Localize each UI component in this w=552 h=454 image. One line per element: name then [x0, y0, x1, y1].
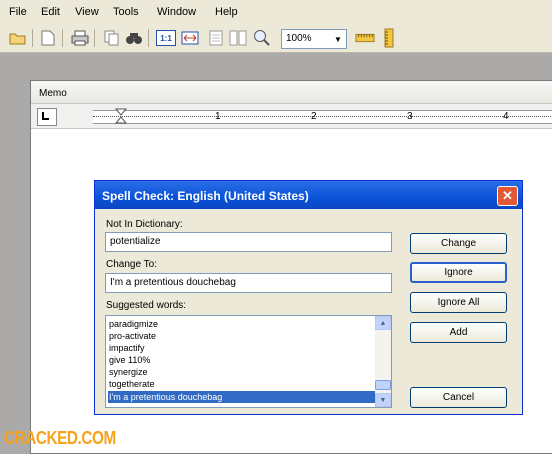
close-icon[interactable]: ✕: [497, 186, 518, 206]
menu-window[interactable]: Window: [157, 6, 196, 18]
scrollbar-thumb[interactable]: [375, 380, 391, 390]
ruler: 1 2 3 4: [31, 104, 552, 129]
zoom-combobox[interactable]: 100% ▼: [281, 29, 347, 49]
ruler-icon[interactable]: [355, 28, 375, 48]
chevron-down-icon[interactable]: ▼: [375, 393, 391, 407]
fit-width-icon[interactable]: [180, 28, 200, 48]
list-item[interactable]: pro-activate: [108, 330, 377, 342]
menu-file[interactable]: File: [9, 6, 27, 18]
menu-tools[interactable]: Tools: [113, 6, 139, 18]
copy-icon[interactable]: [102, 28, 122, 48]
actual-size-label: 1:1: [156, 30, 176, 46]
change-to-label: Change To:: [106, 259, 157, 270]
tab-stop-selector[interactable]: [37, 108, 57, 126]
ruler-number: 2: [311, 111, 317, 122]
list-item[interactable]: give 110%: [108, 354, 377, 366]
dialog-title: Spell Check: English (United States): [102, 189, 309, 203]
change-button[interactable]: Change: [410, 233, 507, 254]
add-button[interactable]: Add: [410, 322, 507, 343]
suggestions-list[interactable]: paradigmize pro-activate impactify give …: [105, 315, 392, 408]
open-folder-icon[interactable]: [8, 28, 28, 48]
not-in-dictionary-label: Not In Dictionary:: [106, 219, 183, 230]
menu-help[interactable]: Help: [215, 6, 238, 18]
toolbar-separator: [62, 29, 63, 47]
memo-title: Memo: [39, 88, 67, 99]
ruler-number: 4: [503, 111, 509, 122]
toolbar: 1:1 100% ▼: [0, 24, 552, 53]
toolbar-separator: [32, 29, 33, 47]
list-item[interactable]: paradigmize: [108, 318, 377, 330]
list-scrollbar[interactable]: ▲ ▼: [375, 316, 391, 407]
suggested-words-label: Suggested words:: [106, 300, 187, 311]
toolbar-separator: [94, 29, 95, 47]
vertical-ruler-icon[interactable]: [379, 28, 399, 48]
new-document-icon[interactable]: [38, 28, 58, 48]
ignore-button[interactable]: Ignore: [410, 262, 507, 283]
chevron-up-icon[interactable]: ▲: [375, 316, 391, 330]
menu-bar: File Edit View Tools Window Help: [0, 0, 552, 25]
list-item[interactable]: synergize: [108, 366, 377, 378]
indent-marker-icon[interactable]: [115, 108, 127, 124]
actual-size-icon[interactable]: 1:1: [156, 28, 176, 48]
ruler-ticks: [93, 116, 552, 118]
change-to-field[interactable]: I'm a pretentious douchebag: [105, 273, 392, 293]
cancel-button[interactable]: Cancel: [410, 387, 507, 408]
cracked-logo: CRACKED.COM: [4, 428, 116, 448]
list-item-selected[interactable]: I'm a pretentious douchebag: [108, 391, 377, 403]
ruler-number: 1: [215, 111, 221, 122]
zoom-icon[interactable]: [252, 28, 272, 48]
dialog-titlebar[interactable]: Spell Check: English (United States) ✕: [95, 181, 522, 209]
toolbar-separator: [148, 29, 149, 47]
ignore-all-button[interactable]: Ignore All: [410, 292, 507, 313]
zoom-value: 100%: [286, 33, 312, 44]
ruler-number: 3: [407, 111, 413, 122]
list-item[interactable]: impactify: [108, 342, 377, 354]
print-icon[interactable]: [70, 28, 90, 48]
chevron-down-icon[interactable]: ▼: [331, 31, 345, 47]
menu-view[interactable]: View: [75, 6, 99, 18]
spell-check-dialog: Spell Check: English (United States) ✕ N…: [94, 180, 523, 415]
memo-titlebar[interactable]: Memo: [31, 81, 552, 104]
two-page-icon[interactable]: [228, 28, 248, 48]
menu-edit[interactable]: Edit: [41, 6, 60, 18]
close-glyph: ✕: [502, 188, 513, 203]
ruler-strip[interactable]: 1 2 3 4: [93, 108, 552, 124]
find-icon[interactable]: [124, 28, 144, 48]
list-item[interactable]: togetherate: [108, 378, 377, 390]
app-window: File Edit View Tools Window Help 1:1 100…: [0, 0, 552, 454]
not-in-dictionary-field[interactable]: potentialize: [105, 232, 392, 252]
single-page-icon[interactable]: [206, 28, 226, 48]
